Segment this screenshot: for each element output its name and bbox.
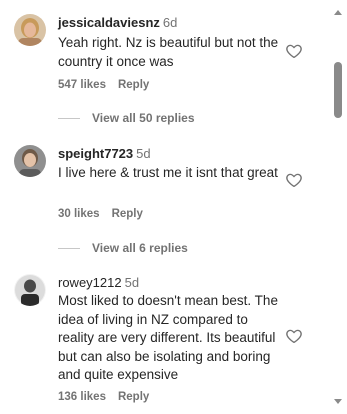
heart-outline-icon[interactable] bbox=[285, 171, 303, 189]
timestamp[interactable]: 5d bbox=[136, 146, 150, 161]
username[interactable]: speight7723 bbox=[58, 146, 133, 161]
comment-actions: 30 likes Reply bbox=[58, 208, 143, 220]
likes-count[interactable]: 30 likes bbox=[58, 208, 100, 220]
likes-count[interactable]: 547 likes bbox=[58, 79, 106, 91]
avatar[interactable] bbox=[14, 14, 46, 46]
comment-item: rowey1212 5d Most liked to doesn't mean b… bbox=[0, 274, 318, 409]
comment-header: jessicaldaviesnz 6d bbox=[58, 14, 177, 32]
view-replies-label: View all 50 replies bbox=[92, 111, 195, 125]
view-replies-button[interactable]: View all 50 replies bbox=[58, 111, 195, 125]
reply-button[interactable]: Reply bbox=[118, 79, 149, 91]
avatar[interactable] bbox=[14, 145, 46, 177]
view-replies-button[interactable]: View all 6 replies bbox=[58, 241, 188, 255]
comments-panel: jessicaldaviesnz 6d Yeah right. Nz is bea… bbox=[0, 0, 347, 414]
scroll-up-arrow[interactable] bbox=[334, 10, 342, 15]
comment-item: speight7723 5d I live here & trust me it … bbox=[0, 145, 318, 255]
comment-item: jessicaldaviesnz 6d Yeah right. Nz is bea… bbox=[0, 14, 318, 125]
timestamp[interactable]: 5d bbox=[125, 275, 139, 290]
reply-button[interactable]: Reply bbox=[112, 208, 143, 220]
replies-divider bbox=[58, 248, 80, 250]
username[interactable]: jessicaldaviesnz bbox=[58, 15, 160, 30]
comment-actions: 136 likes Reply bbox=[58, 391, 149, 403]
scroll-down-arrow[interactable] bbox=[334, 399, 342, 404]
comment-actions: 547 likes Reply bbox=[58, 79, 149, 91]
timestamp[interactable]: 6d bbox=[163, 15, 177, 30]
view-replies-label: View all 6 replies bbox=[92, 241, 188, 255]
heart-outline-icon[interactable] bbox=[285, 327, 303, 345]
heart-outline-icon[interactable] bbox=[285, 42, 303, 60]
likes-count[interactable]: 136 likes bbox=[58, 391, 106, 403]
replies-divider bbox=[58, 118, 80, 120]
comment-text: Yeah right. Nz is beautiful but not the … bbox=[58, 35, 279, 69]
comment-header: rowey1212 5d bbox=[58, 274, 139, 292]
comment-text: I live here & trust me it isnt that grea… bbox=[58, 165, 278, 180]
avatar[interactable] bbox=[14, 274, 46, 306]
reply-button[interactable]: Reply bbox=[118, 391, 149, 403]
username[interactable]: rowey1212 bbox=[58, 275, 122, 290]
vertical-scrollbar[interactable] bbox=[330, 0, 347, 414]
scrollbar-thumb[interactable] bbox=[334, 62, 342, 118]
comment-text: Most liked to doesn't mean best. The ide… bbox=[58, 293, 278, 382]
comment-header: speight7723 5d bbox=[58, 145, 151, 163]
